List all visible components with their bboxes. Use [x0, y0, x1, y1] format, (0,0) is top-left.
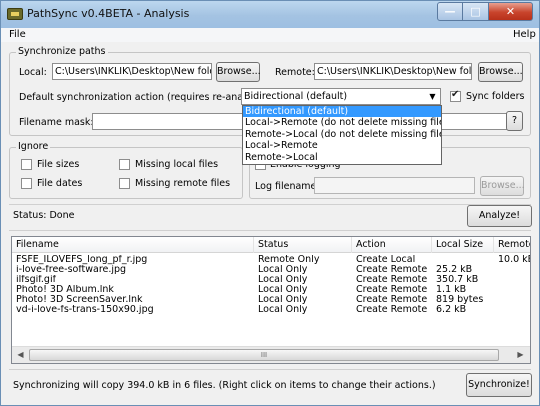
sync-folders-checkbox[interactable] — [450, 89, 461, 102]
table-row[interactable]: i-love-free-software.jpg Local Only Crea… — [12, 265, 530, 275]
window-title: PathSync v0.4BETA - Analysis — [27, 7, 190, 20]
filename-cell: ilfsgif.gif — [16, 275, 56, 285]
horizontal-scrollbar[interactable]: ◀ III ▶ — [12, 346, 530, 363]
status-cell: Local Only — [258, 305, 308, 315]
chevron-down-icon[interactable]: ▼ — [426, 90, 439, 103]
table-row[interactable]: FSFE_ILOVEFS_long_pf_r.jpg Remote Only C… — [12, 255, 531, 265]
ignore-group: Ignore — [9, 141, 243, 199]
local-size-cell: 350.7 kB — [436, 275, 479, 285]
filename-cell: vd-i-love-fs-trans-150x90.jpg — [16, 305, 154, 315]
divider — [9, 369, 531, 370]
column-status[interactable]: Status — [254, 237, 352, 253]
dropdown-option[interactable]: Local->Remote — [243, 140, 441, 151]
status-cell: Local Only — [258, 275, 308, 285]
action-cell: Create Remote — [356, 265, 428, 275]
dropdown-option[interactable]: Remote->Local (do not delete missing fil… — [243, 129, 441, 140]
default-action-label: Default synchronization action (requires… — [19, 92, 270, 103]
remote-size-cell: 10.0 kB — [498, 255, 531, 265]
status-cell: Local Only — [258, 285, 308, 295]
table-row[interactable]: ilfsgif.gif Local Only Create Remote 350… — [12, 275, 530, 285]
local-path-input[interactable]: C:\Users\INKLIK\Desktop\New fold — [52, 63, 212, 80]
browse-remote-button[interactable]: Browse... — [478, 62, 523, 82]
action-cell: Create Remote — [356, 305, 428, 315]
ignore-file-dates-checkbox[interactable] — [21, 178, 32, 189]
table-row[interactable]: Photo! 3D Album.lnk Local Only Create Re… — [12, 285, 530, 295]
menu-file[interactable]: File — [9, 29, 26, 40]
filename-cell: Photo! 3D ScreenSaver.lnk — [16, 295, 143, 305]
default-action-select[interactable]: Bidirectional (default) ▼ — [241, 88, 441, 105]
divider — [9, 230, 531, 231]
default-action-value: Bidirectional (default) — [244, 91, 348, 102]
remote-label: Remote: — [275, 67, 315, 78]
column-local-size[interactable]: Local Size — [432, 237, 494, 253]
table-row[interactable]: vd-i-love-fs-trans-150x90.jpg Local Only… — [12, 305, 530, 315]
dropdown-option[interactable]: Remote->Local — [243, 152, 441, 163]
column-remote-size[interactable]: Remote — [494, 237, 530, 253]
divider — [9, 204, 531, 205]
ignore-missing-remote-checkbox[interactable] — [119, 178, 130, 189]
log-filename-label: Log filename: — [255, 181, 320, 192]
table-row[interactable]: Photo! 3D ScreenSaver.lnk Local Only Cre… — [12, 295, 530, 305]
filename-mask-label: Filename mask: — [19, 117, 94, 128]
local-label: Local: — [19, 67, 47, 78]
sync-folders-label: Sync folders — [466, 91, 525, 102]
browse-log-button[interactable]: Browse... — [480, 176, 525, 196]
remote-path-input[interactable]: C:\Users\INKLIK\Desktop\New fold — [314, 63, 472, 80]
local-size-cell: 1.1 kB — [436, 285, 467, 295]
filename-mask-help-button[interactable]: ? — [506, 111, 523, 131]
browse-local-button[interactable]: Browse... — [216, 62, 261, 82]
scrollbar-thumb[interactable]: III — [29, 349, 499, 361]
app-window: PathSync v0.4BETA - Analysis — □ ✕ File … — [0, 0, 540, 406]
ignore-title: Ignore — [16, 141, 51, 152]
synchronize-button[interactable]: Synchronize! — [466, 373, 532, 397]
analyze-button[interactable]: Analyze! — [467, 205, 532, 227]
ignore-file-sizes-checkbox[interactable] — [21, 159, 32, 170]
ignore-file-sizes-label: File sizes — [37, 159, 80, 170]
file-list[interactable]: Filename Status Action Local Size Remote… — [11, 236, 531, 364]
synchronize-paths-title: Synchronize paths — [16, 46, 108, 57]
status-cell: Local Only — [258, 265, 308, 275]
maximize-button[interactable]: □ — [463, 2, 489, 21]
ignore-missing-local-label: Missing local files — [135, 159, 219, 170]
caption-buttons: — □ ✕ — [437, 2, 533, 22]
action-cell: Create Local — [356, 255, 416, 265]
dropdown-option[interactable]: Local->Remote (do not delete missing fil… — [243, 117, 441, 128]
action-cell: Create Remote — [356, 295, 428, 305]
action-cell: Create Remote — [356, 275, 428, 285]
default-action-dropdown[interactable]: Bidirectional (default) Local->Remote (d… — [242, 105, 442, 165]
status-cell: Remote Only — [258, 255, 320, 265]
ignore-missing-remote-label: Missing remote files — [135, 178, 231, 189]
column-filename[interactable]: Filename — [12, 237, 254, 253]
local-size-cell: 25.2 kB — [436, 265, 473, 275]
ignore-file-dates-label: File dates — [37, 178, 83, 189]
ignore-missing-local-checkbox[interactable] — [119, 159, 130, 170]
status-cell: Local Only — [258, 295, 308, 305]
file-list-header: Filename Status Action Local Size Remote — [12, 237, 530, 253]
filename-cell: FSFE_ILOVEFS_long_pf_r.jpg — [16, 255, 148, 265]
log-filename-input[interactable] — [314, 177, 475, 194]
menu-bar: File Help — [1, 28, 539, 42]
sync-summary-text: Synchronizing will copy 394.0 kB in 6 fi… — [13, 380, 436, 391]
close-button[interactable]: ✕ — [489, 2, 533, 21]
column-action[interactable]: Action — [352, 237, 432, 253]
menu-help[interactable]: Help — [513, 29, 536, 40]
action-cell: Create Remote — [356, 285, 428, 295]
local-size-cell: 819 bytes — [436, 295, 484, 305]
local-size-cell: 6.2 kB — [436, 305, 467, 315]
title-bar[interactable]: PathSync v0.4BETA - Analysis — □ ✕ — [1, 1, 539, 28]
app-icon — [7, 8, 23, 20]
filename-cell: i-love-free-software.jpg — [16, 265, 127, 275]
scroll-right-icon[interactable]: ▶ — [512, 347, 529, 363]
dropdown-option[interactable]: Bidirectional (default) — [243, 106, 441, 118]
scroll-left-icon[interactable]: ◀ — [12, 347, 29, 363]
status-text: Status: Done — [13, 210, 75, 221]
filename-cell: Photo! 3D Album.lnk — [16, 285, 114, 295]
minimize-button[interactable]: — — [437, 2, 463, 21]
